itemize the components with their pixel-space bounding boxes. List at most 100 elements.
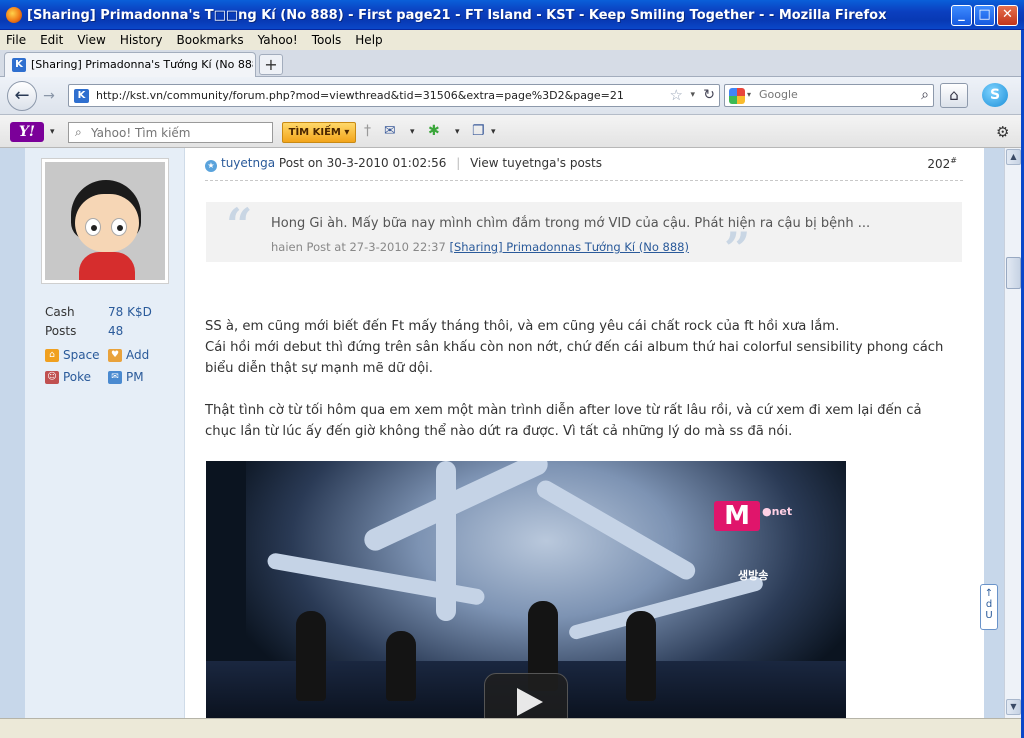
home-button[interactable]: ⌂: [940, 83, 968, 108]
house-icon: ⌂: [949, 86, 959, 104]
mnet-logo: M: [714, 501, 760, 531]
vertical-scrollbar[interactable]: ▲ ▼: [1004, 148, 1021, 718]
url-text[interactable]: http://kst.vn/community/forum.php?mod=vi…: [96, 89, 624, 102]
scroll-thumb[interactable]: [1006, 257, 1021, 289]
url-dropdown-icon[interactable]: ▾: [690, 90, 695, 100]
title-bar: [Sharing] Primadonna's T□□ng Kí (No 888)…: [0, 0, 1024, 30]
avatar[interactable]: [41, 158, 169, 284]
tab-label: [Sharing] Primadonna's Tướng Kí (No 888)…: [31, 58, 253, 71]
space-link[interactable]: ⌂ Space: [45, 348, 108, 362]
firefox-icon[interactable]: [6, 7, 22, 23]
view-author-posts-link[interactable]: View tuyetnga's posts: [470, 156, 602, 170]
menu-history[interactable]: History: [120, 33, 163, 47]
arrow-left-icon: ←: [14, 85, 30, 106]
header-divider: [205, 180, 963, 181]
quote-meta: haien Post at 27-3-2010 22:37 [Sharing] …: [271, 240, 689, 254]
envelope-icon: ✉: [108, 370, 122, 384]
menu-tools[interactable]: Tools: [312, 33, 342, 47]
stat-value[interactable]: 48: [108, 324, 123, 338]
search-bar[interactable]: ▾ ⌕: [724, 84, 934, 107]
search-icon: ⌕: [75, 125, 82, 139]
divider: |: [456, 156, 461, 170]
scroll-up-arrow-icon[interactable]: ▲: [1006, 149, 1021, 165]
address-bar[interactable]: K http://kst.vn/community/forum.php?mod=…: [68, 84, 720, 107]
post-paragraph: SS à, em cũng mới biết đến Ft mấy tháng …: [205, 319, 944, 376]
gear-icon[interactable]: ⚙: [996, 123, 1009, 141]
poke-link[interactable]: ☺ Poke: [45, 370, 108, 384]
toolbar-separator-icon: †: [364, 123, 371, 139]
quote-source-link[interactable]: [Sharing] Primadonnas Tướng Kí (No 888): [449, 240, 689, 254]
add-friend-link[interactable]: ♥ Add: [108, 348, 171, 362]
notepad-icon[interactable]: ❐: [472, 123, 485, 139]
house-icon: ⌂: [45, 348, 59, 362]
yahoo-search-input[interactable]: [91, 126, 266, 140]
site-favicon-icon: K: [12, 58, 26, 72]
mail-dropdown-icon[interactable]: ▾: [410, 127, 415, 137]
pm-link[interactable]: ✉ PM: [108, 370, 171, 384]
stat-label: Posts: [45, 323, 77, 338]
handshake-icon: ♥: [108, 348, 122, 362]
person-icon: ☺: [45, 370, 59, 384]
reload-icon[interactable]: ↻: [703, 87, 715, 103]
quote-close-icon: ”: [724, 222, 751, 276]
author-stats: Cash 78 K$D Posts 48: [45, 302, 152, 340]
navigation-bar: ← → K http://kst.vn/community/forum.php?…: [0, 77, 1024, 115]
mail-icon[interactable]: ✉: [384, 123, 396, 139]
online-status-icon: ★: [205, 160, 217, 172]
games-dropdown-icon[interactable]: ▾: [455, 127, 460, 137]
page-right-margin: [984, 148, 1004, 738]
post-author-sidebar: Cash 78 K$D Posts 48 ⌂ Space ♥ Add ☺ Poke ✉…: [25, 148, 185, 738]
minimize-button[interactable]: _: [951, 5, 972, 26]
page-left-margin: [0, 148, 25, 738]
post-message: SS à, em cũng mới biết đến Ft mấy tháng …: [205, 316, 955, 463]
yahoo-logo[interactable]: Y!: [10, 122, 44, 142]
window-title: [Sharing] Primadonna's T□□ng Kí (No 888)…: [27, 8, 887, 23]
scroll-down-arrow-icon[interactable]: ▼: [1006, 699, 1021, 715]
menu-yahoo[interactable]: Yahoo!: [258, 33, 298, 47]
tab-bar: K [Sharing] Primadonna's Tướng Kí (No 88…: [0, 50, 1024, 77]
stat-cash: Cash 78 K$D: [45, 302, 152, 321]
menu-bar: File Edit View History Bookmarks Yahoo! …: [0, 30, 1024, 50]
author-actions: ⌂ Space ♥ Add ☺ Poke ✉ PM: [45, 344, 185, 388]
stat-value: 78 K$D: [108, 304, 152, 319]
forward-button[interactable]: →: [38, 86, 60, 106]
post-paragraph: Thật tình cờ từ tối hôm qua em xem một m…: [205, 403, 922, 439]
scroll-top-button[interactable]: ↑ d U: [980, 584, 998, 630]
google-icon[interactable]: [729, 88, 745, 104]
search-icon[interactable]: ⌕: [921, 87, 929, 103]
bookmark-star-icon[interactable]: ☆: [670, 86, 683, 104]
mnet-tag: ●net: [762, 505, 793, 518]
games-icon[interactable]: ✱: [428, 123, 440, 139]
arrow-right-icon: →: [43, 88, 55, 104]
post-author-link[interactable]: tuyetnga: [221, 156, 275, 170]
yahoo-search-button[interactable]: TÌM KIẾM ▾: [282, 122, 356, 143]
skype-button[interactable]: S: [980, 81, 1012, 110]
search-input[interactable]: [759, 88, 899, 101]
embedded-video-player[interactable]: M ●net 생방송: [206, 461, 846, 738]
menu-view[interactable]: View: [77, 33, 105, 47]
menu-file[interactable]: File: [6, 33, 26, 47]
yahoo-search-box[interactable]: ⌕: [68, 122, 273, 143]
live-broadcast-tag: 생방송: [738, 569, 769, 582]
back-button[interactable]: ←: [7, 81, 37, 111]
close-button[interactable]: ✕: [997, 5, 1018, 26]
menu-bookmarks[interactable]: Bookmarks: [177, 33, 244, 47]
menu-help[interactable]: Help: [355, 33, 382, 47]
post-floor-number[interactable]: 202#: [927, 156, 957, 171]
site-identity-icon[interactable]: K: [74, 89, 89, 103]
post-body: ★ tuyetnga Post on 30-3-2010 01:02:56 | V…: [205, 148, 965, 738]
yahoo-toolbar: Y! ▾ ⌕ TÌM KIẾM ▾ † ✉ ▾ ✱ ▾ ❐ ▾ ⚙: [0, 115, 1024, 148]
post-header: ★ tuyetnga Post on 30-3-2010 01:02:56 | V…: [205, 156, 963, 174]
maximize-button[interactable]: □: [974, 5, 995, 26]
skype-icon: S: [982, 83, 1008, 107]
yahoo-dropdown-icon[interactable]: ▾: [50, 127, 55, 137]
notepad-dropdown-icon[interactable]: ▾: [491, 127, 496, 137]
menu-edit[interactable]: Edit: [40, 33, 63, 47]
quote-open-icon: “: [226, 198, 253, 252]
search-engine-dropdown-icon[interactable]: ▾: [747, 90, 751, 99]
quote-text: Hong Gi àh. Mấy bữa nay mình chìm đắm tr…: [271, 216, 871, 231]
stat-posts: Posts 48: [45, 321, 152, 340]
stat-label: Cash: [45, 304, 75, 319]
new-tab-button[interactable]: +: [259, 54, 283, 75]
tab-active[interactable]: K [Sharing] Primadonna's Tướng Kí (No 88…: [4, 52, 256, 77]
